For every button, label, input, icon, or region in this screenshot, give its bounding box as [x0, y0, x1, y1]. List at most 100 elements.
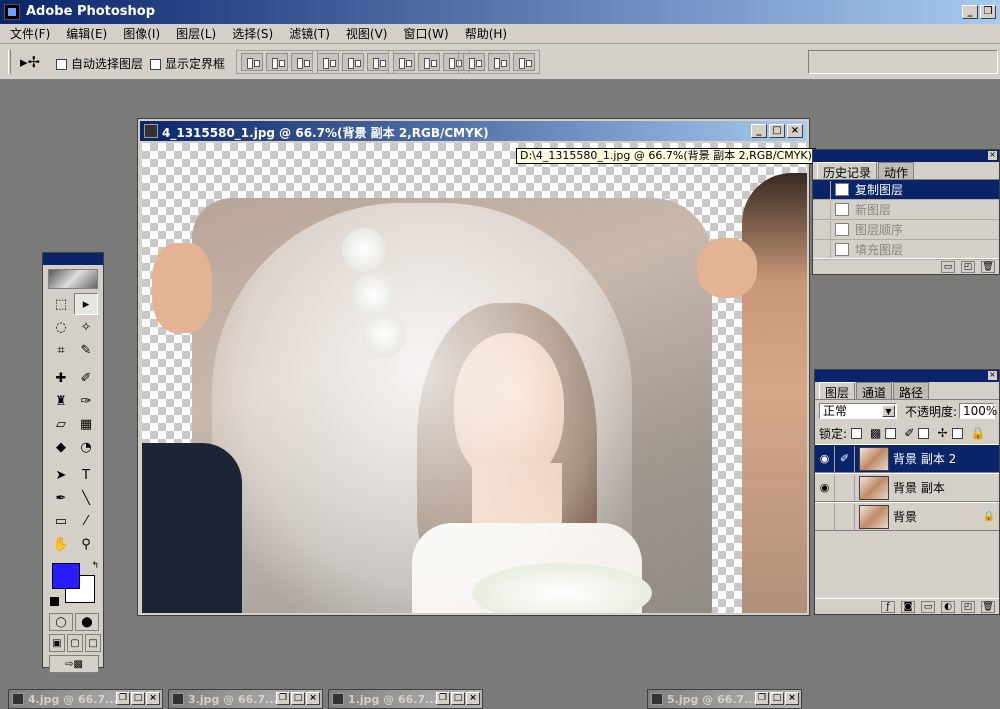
distribute-left-icon[interactable] [463, 53, 485, 71]
quick-mask-mode-icon[interactable]: ⬤ [75, 613, 99, 631]
notes-tool-icon[interactable]: ▭ [49, 510, 73, 532]
standard-mode-icon[interactable]: ◯ [49, 613, 73, 631]
layer-row[interactable]: ◉ ✐ 背景 副本 2 [815, 444, 999, 473]
history-item[interactable]: 填充图层 [813, 240, 999, 260]
history-item[interactable]: 复制图层 [813, 180, 999, 200]
app-minimize-button[interactable]: _ [962, 5, 978, 19]
menu-help[interactable]: 帮助(H) [465, 25, 507, 42]
auto-select-layer-checkbox[interactable] [56, 59, 67, 70]
blend-mode-select[interactable]: 正常 ▼ [819, 403, 897, 419]
photoshop-app-icon[interactable] [4, 4, 20, 20]
tab-paths[interactable]: 路径 [893, 382, 930, 400]
adobe-online-logo[interactable] [48, 269, 98, 289]
history-item[interactable]: 新图层 [813, 200, 999, 220]
dodge-tool-icon[interactable]: ◔ [74, 436, 98, 458]
layers-panel-close-icon[interactable]: × [988, 371, 997, 380]
document-maximize-button[interactable]: □ [769, 124, 785, 138]
app-restore-button[interactable]: ❐ [980, 5, 996, 19]
opacity-input[interactable]: 100% [959, 403, 997, 419]
close-button[interactable]: × [306, 692, 320, 705]
lasso-tool-icon[interactable]: ◌ [49, 316, 73, 338]
toolbox-title-bar[interactable] [43, 253, 103, 265]
distribute-right-icon[interactable] [513, 53, 535, 71]
chevron-down-icon[interactable]: ▼ [881, 405, 895, 417]
history-panel-title-bar[interactable]: × [813, 150, 999, 162]
document-minimize-button[interactable]: _ [751, 124, 767, 138]
new-snapshot-icon[interactable]: ◰ [961, 260, 975, 273]
blur-tool-icon[interactable]: ◆ [49, 436, 73, 458]
brush-tool-icon[interactable]: ✐ [74, 367, 98, 389]
align-vcenter-icon[interactable] [266, 53, 288, 71]
lock-position-checkbox[interactable] [918, 427, 930, 439]
align-right-icon[interactable] [367, 53, 389, 71]
tab-actions[interactable]: 动作 [878, 162, 915, 180]
minimized-window-1[interactable]: 1.jpg @ 66.7... ❐ □ × [328, 689, 483, 709]
eraser-tool-icon[interactable]: ▱ [49, 413, 73, 435]
default-colors-icon[interactable] [50, 597, 59, 606]
screen-mode-fullmenu-icon[interactable]: ▢ [67, 634, 83, 652]
maximize-button[interactable]: □ [770, 692, 784, 705]
type-tool-icon[interactable]: T [74, 464, 98, 486]
menu-select[interactable]: 选择(S) [232, 25, 273, 42]
zoom-tool-icon[interactable]: ⚲ [74, 533, 98, 555]
maximize-button[interactable]: □ [291, 692, 305, 705]
menu-filter[interactable]: 滤镜(T) [289, 25, 330, 42]
align-bottom-icon[interactable] [291, 53, 313, 71]
slice-tool-icon[interactable]: ✎ [74, 339, 98, 361]
new-adjustment-layer-icon[interactable]: ◐ [941, 600, 955, 613]
distribute-hcenter-icon[interactable] [488, 53, 510, 71]
hand-tool-icon[interactable]: ✋ [49, 533, 73, 555]
options-bar-grip[interactable] [8, 50, 11, 74]
menu-image[interactable]: 图像(I) [123, 25, 160, 42]
menu-edit[interactable]: 编辑(E) [66, 25, 107, 42]
healing-brush-tool-icon[interactable]: ✚ [49, 367, 73, 389]
eye-icon[interactable] [815, 503, 835, 530]
menu-view[interactable]: 视图(V) [346, 25, 388, 42]
magic-wand-tool-icon[interactable]: ✧ [74, 316, 98, 338]
maximize-button[interactable]: □ [451, 692, 465, 705]
show-bounding-box-option[interactable]: 显示定界框 [150, 55, 225, 72]
pen-tool-icon[interactable]: ✒ [49, 487, 73, 509]
delete-layer-icon[interactable]: 🗑 [981, 600, 995, 613]
auto-select-layer-option[interactable]: 自动选择图层 [56, 55, 143, 72]
layer-row[interactable]: 背景 🔒 [815, 502, 999, 531]
tab-history[interactable]: 历史记录 [817, 162, 878, 180]
menu-layer[interactable]: 图层(L) [176, 25, 216, 42]
minimized-window-5[interactable]: 5.jpg @ 66.7... ❐ □ × [647, 689, 802, 709]
document-window[interactable]: 4_1315580_1.jpg @ 66.7%(背景 副本 2,RGB/CMYK… [137, 118, 810, 616]
close-button[interactable]: × [466, 692, 480, 705]
path-selection-tool-icon[interactable]: ➤ [49, 464, 73, 486]
layer-row[interactable]: ◉ 背景 副本 [815, 473, 999, 502]
crop-tool-icon[interactable]: ⌗ [49, 339, 73, 361]
distribute-vcenter-icon[interactable] [418, 53, 440, 71]
app-title-bar[interactable]: Adobe Photoshop _ ❐ [0, 0, 1000, 24]
menu-window[interactable]: 窗口(W) [403, 25, 448, 42]
restore-button[interactable]: ❐ [755, 692, 769, 705]
palette-well[interactable] [808, 50, 998, 74]
history-panel-close-icon[interactable]: × [988, 151, 997, 160]
close-button[interactable]: × [785, 692, 799, 705]
jump-to-imageready-icon[interactable]: ⇨▩ [49, 655, 99, 673]
new-layer-icon[interactable]: ◰ [961, 600, 975, 613]
layers-panel-title-bar[interactable]: × [815, 370, 999, 382]
history-item[interactable]: 图层顺序 [813, 220, 999, 240]
link-icon[interactable] [835, 474, 855, 501]
screen-mode-full-icon[interactable]: □ [85, 634, 101, 652]
close-button[interactable]: × [146, 692, 160, 705]
line-tool-icon[interactable]: ╲ [74, 487, 98, 509]
maximize-button[interactable]: □ [131, 692, 145, 705]
marquee-tool-icon[interactable]: ⬚ [49, 293, 73, 315]
show-bounding-box-checkbox[interactable] [150, 59, 161, 70]
new-document-from-state-icon[interactable]: ▭ [941, 260, 955, 273]
document-icon[interactable] [144, 124, 158, 138]
eye-icon[interactable]: ◉ [815, 445, 835, 472]
restore-button[interactable]: ❐ [436, 692, 450, 705]
swap-colors-icon[interactable]: ↰ [91, 561, 99, 571]
minimized-window-3[interactable]: 3.jpg @ 66.7... ❐ □ × [168, 689, 323, 709]
distribute-top-icon[interactable] [393, 53, 415, 71]
align-hcenter-icon[interactable] [342, 53, 364, 71]
tab-channels[interactable]: 通道 [856, 382, 893, 400]
document-title-bar[interactable]: 4_1315580_1.jpg @ 66.7%(背景 副本 2,RGB/CMYK… [140, 121, 807, 141]
move-tool-icon[interactable]: ▸ [74, 293, 98, 315]
restore-button[interactable]: ❐ [276, 692, 290, 705]
